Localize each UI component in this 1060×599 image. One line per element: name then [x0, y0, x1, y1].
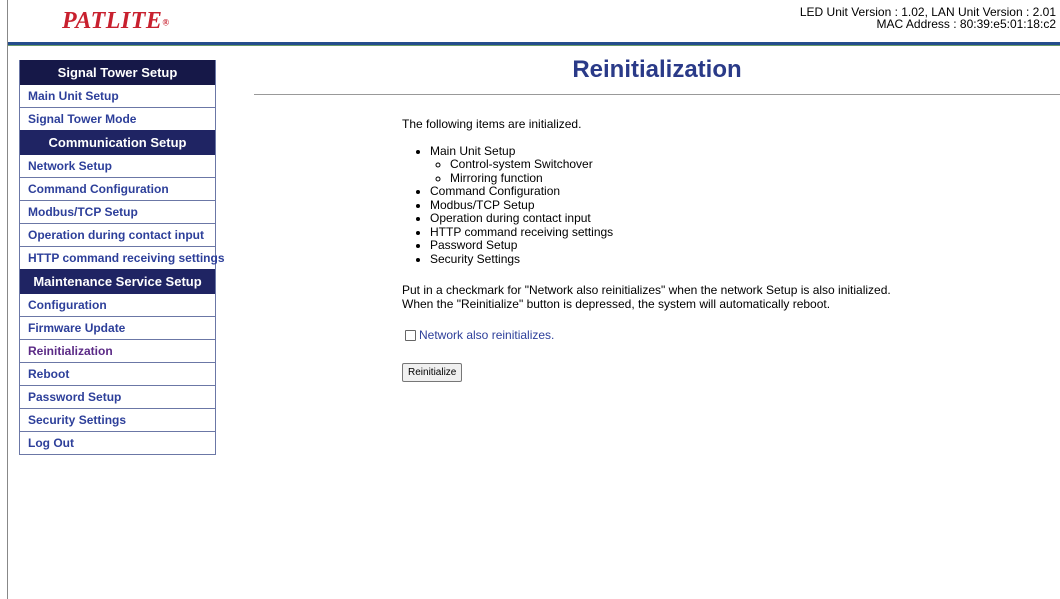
- main-content: The following items are initialized. Mai…: [402, 117, 1042, 382]
- intro-text: The following items are initialized.: [402, 117, 582, 131]
- sidebar-item-reinitialization[interactable]: Reinitialization: [20, 339, 215, 362]
- sidebar-section-signal-tower-setup: Signal Tower Setup: [20, 60, 215, 85]
- sidebar-item-signal-tower-mode[interactable]: Signal Tower Mode: [20, 107, 215, 130]
- list-item: Command Configuration: [430, 184, 1042, 199]
- sidebar-item-command-configuration[interactable]: Command Configuration: [20, 177, 215, 200]
- sidebar-section-maintenance-service-setup: Maintenance Service Setup: [20, 269, 215, 294]
- sidebar-item-operation-during-contact-input[interactable]: Operation during contact input: [20, 223, 215, 246]
- sidebar-item-security-settings[interactable]: Security Settings: [20, 408, 215, 431]
- frame-border: [7, 0, 8, 599]
- instruction-line-2: When the "Reinitialize" button is depres…: [402, 296, 831, 311]
- sidebar-item-password-setup[interactable]: Password Setup: [20, 385, 215, 408]
- sidebar-item-reboot[interactable]: Reboot: [20, 362, 215, 385]
- network-reinit-option: Network also reinitializes.: [402, 328, 1042, 343]
- sidebar-item-log-out[interactable]: Log Out: [20, 431, 215, 454]
- sub-list: Control-system Switchover Mirroring func…: [430, 157, 1042, 186]
- sidebar-item-firmware-update[interactable]: Firmware Update: [20, 316, 215, 339]
- mac-address-line: MAC Address : 80:39:e5:01:18:c2: [876, 17, 1056, 31]
- sidebar-item-modbus-tcp-setup[interactable]: Modbus/TCP Setup: [20, 200, 215, 223]
- sidebar-item-http-command-receiving-settings[interactable]: HTTP command receiving settings: [20, 246, 225, 269]
- list-item: Main Unit Setup Control-system Switchove…: [430, 144, 1042, 186]
- instruction-line-1: Put in a checkmark for "Network also rei…: [402, 283, 891, 297]
- list-item: Operation during contact input: [430, 211, 1042, 226]
- sidebar-section-communication-setup: Communication Setup: [20, 130, 215, 155]
- list-item: Password Setup: [430, 238, 1042, 253]
- sidebar-item-main-unit-setup[interactable]: Main Unit Setup: [20, 85, 215, 107]
- page-title: Reinitialization: [572, 56, 742, 83]
- network-reinit-checkbox[interactable]: [405, 330, 416, 342]
- initialized-items-list: Main Unit Setup Control-system Switchove…: [402, 144, 1042, 267]
- header-divider: [8, 42, 1060, 46]
- instruction-text: Put in a checkmark for "Network also rei…: [402, 283, 1042, 311]
- list-item: Security Settings: [430, 252, 1042, 267]
- sidebar-menu: Signal Tower Setup Main Unit Setup Signa…: [19, 60, 225, 455]
- header: PATLITE® LED Unit Version : 1.02, LAN Un…: [8, 0, 1060, 42]
- sidebar-item-configuration[interactable]: Configuration: [20, 294, 215, 316]
- title-divider: [254, 94, 1060, 95]
- reinitialize-button[interactable]: Reinitialize: [402, 362, 463, 382]
- list-item: HTTP command receiving settings: [430, 225, 1042, 240]
- sub-list-item: Control-system Switchover: [450, 157, 1042, 172]
- version-info: LED Unit Version : 1.02, LAN Unit Versio…: [800, 6, 1056, 30]
- sub-list-item: Mirroring function: [450, 171, 1042, 186]
- patlite-logo: PATLITE®: [62, 8, 170, 34]
- network-reinit-label[interactable]: Network also reinitializes.: [419, 328, 554, 343]
- list-item: Modbus/TCP Setup: [430, 198, 1042, 213]
- sidebar-item-network-setup[interactable]: Network Setup: [20, 155, 215, 177]
